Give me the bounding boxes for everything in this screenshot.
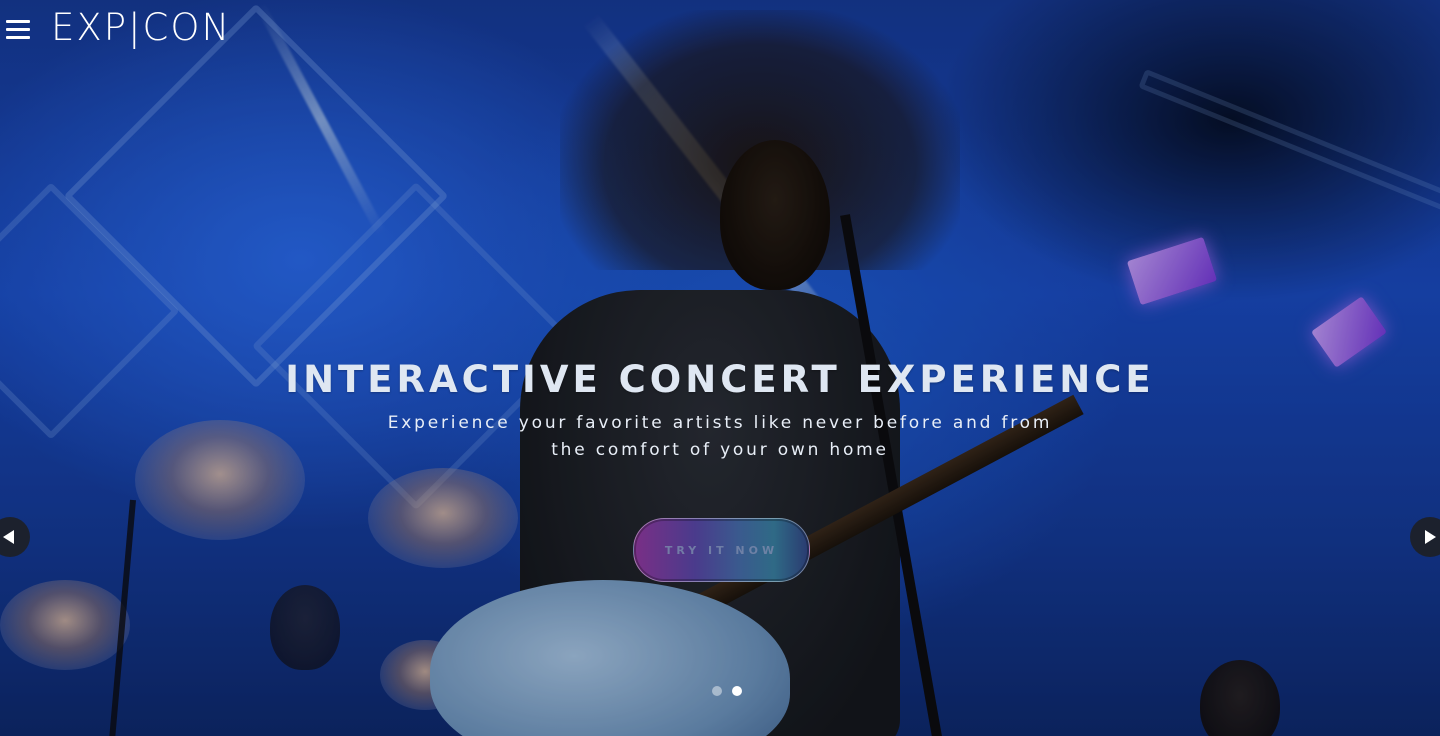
hero-subtitle-line-1: Experience your favorite artists like ne… <box>387 413 1053 433</box>
carousel-indicators <box>712 686 742 696</box>
hero-section: EXP|CON INTERACTIVE CONCERT EXPERIENCE E… <box>0 0 1440 736</box>
try-it-now-button[interactable]: TRY IT NOW <box>633 518 810 582</box>
hamburger-menu-icon[interactable] <box>6 20 30 40</box>
hero-subtitle: Experience your favorite artists like ne… <box>360 410 1080 464</box>
site-logo[interactable]: EXP|CON <box>51 6 231 49</box>
carousel-dot-2[interactable] <box>732 686 742 696</box>
hero-subtitle-line-2: the comfort of your own home <box>551 440 889 460</box>
hero-headline: INTERACTIVE CONCERT EXPERIENCE <box>285 358 1155 401</box>
arrow-left-icon <box>3 530 14 544</box>
carousel-dot-1[interactable] <box>712 686 722 696</box>
arrow-right-icon <box>1425 530 1436 544</box>
